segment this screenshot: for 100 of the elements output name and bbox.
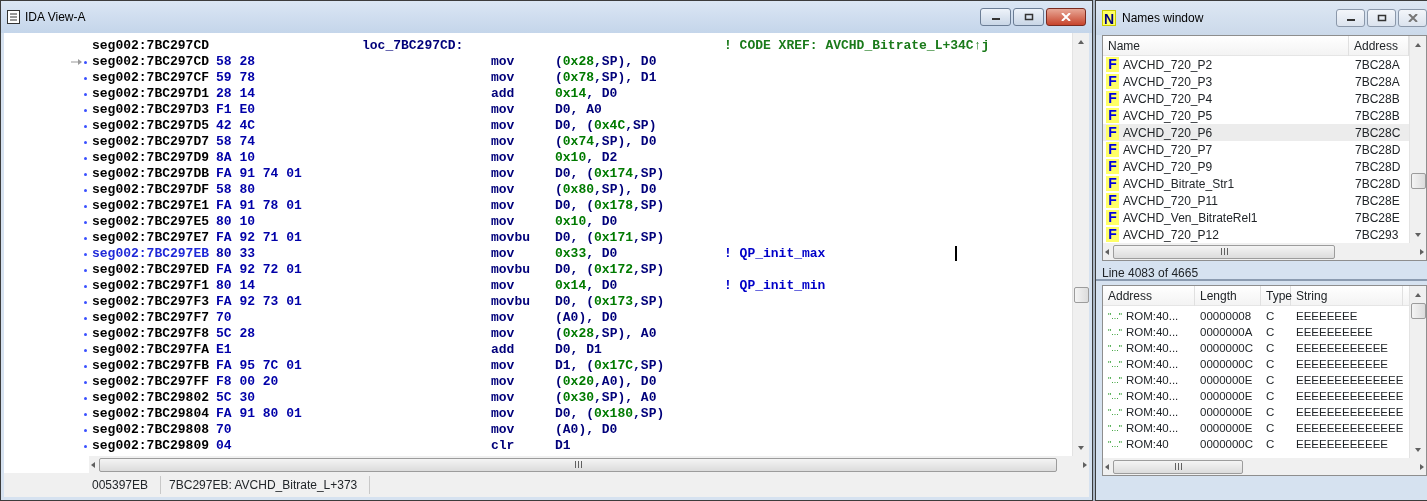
close-button[interactable]: [1398, 9, 1427, 27]
status-text: 7BC297EB: AVCHD_Bitrate_L+373: [169, 476, 371, 494]
opcode-bytes: F1 E0: [216, 102, 256, 118]
minimize-button[interactable]: [1336, 9, 1365, 27]
address-text: seg002:7BC297D3: [92, 102, 211, 118]
column-header[interactable]: Length: [1195, 286, 1261, 306]
opcode-bytes: 80 33: [216, 246, 256, 262]
address-text: seg002:7BC297F8: [92, 326, 211, 342]
instruction-operands: D1: [555, 438, 572, 454]
breakpoint-dot: [84, 316, 87, 320]
opcode-bytes: 70: [216, 310, 233, 326]
name-text: AVCHD_720_P9: [1123, 158, 1213, 176]
instruction-operands: (0x80,SP), D0: [555, 182, 658, 198]
status-text: 005397EB: [92, 476, 162, 494]
vertical-scrollbar[interactable]: [1409, 36, 1426, 243]
instruction-operands: 0x10, D0: [555, 214, 619, 230]
arrow-right-icon: [1418, 247, 1426, 256]
type-text: C: [1265, 389, 1276, 405]
vertical-scrollbar[interactable]: [1409, 286, 1426, 458]
scroll-thumb[interactable]: [1411, 173, 1426, 189]
instruction-mnemonic: mov: [491, 134, 516, 150]
opcode-bytes: FA 92 71 01: [216, 230, 303, 246]
function-icon: F: [1106, 210, 1119, 225]
instruction-mnemonic: mov: [491, 358, 516, 374]
function-icon: F: [1106, 227, 1119, 242]
instruction-mnemonic: mov: [491, 70, 516, 86]
breakpoint-dot: [84, 172, 87, 176]
address-text: 7BC28D: [1354, 175, 1401, 193]
string-text: EEEEEEEEEEEE: [1295, 341, 1390, 357]
instruction-operands: (0x74,SP), D0: [555, 134, 658, 150]
instruction-mnemonic: mov: [491, 198, 516, 214]
list-row[interactable]: F AVCHD_720_P3 7BC28A: [1103, 73, 1409, 90]
type-text: C: [1265, 421, 1276, 437]
list-row[interactable]: F AVCHD_720_P5 7BC28B: [1103, 107, 1409, 124]
list-row[interactable]: F AVCHD_720_P9 7BC28D: [1103, 158, 1409, 175]
code-label: loc_7BC297CD:: [362, 38, 465, 54]
maximize-icon: [1023, 13, 1034, 21]
address-text: seg002:7BC297F7: [92, 310, 211, 326]
address-text: ROM:40...: [1125, 341, 1179, 357]
opcode-bytes: 28 14: [216, 86, 256, 102]
vertical-scrollbar[interactable]: [1072, 33, 1089, 456]
opcode-bytes: 58 28: [216, 54, 256, 70]
scroll-thumb[interactable]: [1113, 459, 1243, 474]
column-header[interactable]: Name: [1103, 36, 1349, 56]
opcode-bytes: 04: [216, 438, 233, 454]
address-text: 7BC28A: [1354, 73, 1400, 91]
string-text: EEEEEEEEEEEEEE: [1295, 373, 1403, 389]
scroll-thumb[interactable]: [1411, 303, 1426, 319]
maximize-icon: [1376, 14, 1387, 22]
string-icon: "...": [1108, 390, 1122, 404]
list-row[interactable]: F AVCHD_720_P6 7BC28C: [1103, 124, 1409, 141]
column-header[interactable]: Address: [1103, 286, 1195, 306]
instruction-mnemonic: movbu: [491, 262, 531, 278]
address-text: seg002:7BC297D5: [92, 118, 211, 134]
string-icon: "...": [1108, 406, 1122, 420]
minimize-button[interactable]: [980, 8, 1011, 26]
list-row[interactable]: F AVCHD_720_P12 7BC293: [1103, 226, 1409, 242]
type-text: C: [1265, 373, 1276, 389]
opcode-bytes: 58 80: [216, 182, 256, 198]
breakpoint-dot: [84, 364, 87, 368]
function-icon: F: [1106, 108, 1119, 123]
scroll-thumb[interactable]: [1074, 287, 1089, 303]
opcode-bytes: FA 91 74 01: [216, 166, 303, 182]
close-icon: [1061, 13, 1071, 21]
address-text: seg002:7BC297CD: [92, 54, 211, 70]
opcode-bytes: FA 92 72 01: [216, 262, 303, 278]
address-text: seg002:7BC297FB: [92, 358, 211, 374]
opcode-bytes: 8A 10: [216, 150, 256, 166]
breakpoint-dot: [84, 396, 87, 400]
arrow-down-icon: [1414, 230, 1422, 239]
horizontal-scrollbar[interactable]: [1103, 243, 1426, 260]
scroll-thumb[interactable]: [1113, 244, 1335, 259]
scroll-thumb[interactable]: [99, 457, 1057, 472]
column-header[interactable]: Type: [1261, 286, 1291, 306]
list-row[interactable]: F AVCHD_720_P7 7BC28D: [1103, 141, 1409, 158]
horizontal-scrollbar[interactable]: [89, 456, 1089, 473]
maximize-button[interactable]: [1013, 8, 1044, 26]
horizontal-scrollbar[interactable]: [1103, 458, 1426, 475]
instruction-operands: (0x30,SP), A0: [555, 390, 658, 406]
breakpoint-dot: [84, 380, 87, 384]
function-icon: F: [1106, 193, 1119, 208]
maximize-button[interactable]: [1367, 9, 1396, 27]
instruction-mnemonic: mov: [491, 54, 516, 70]
list-row[interactable]: F AVCHD_Ven_BitrateRel1 7BC28E: [1103, 209, 1409, 226]
arrow-down-icon: [1077, 443, 1085, 452]
list-row[interactable]: F AVCHD_Bitrate_Str1 7BC28D: [1103, 175, 1409, 192]
instruction-operands: D0, A0: [555, 102, 603, 118]
list-row[interactable]: F AVCHD_720_P11 7BC28E: [1103, 192, 1409, 209]
list-row[interactable]: F AVCHD_720_P2 7BC28A: [1103, 56, 1409, 73]
arrow-right-icon: [1081, 460, 1089, 469]
function-icon: F: [1106, 142, 1119, 157]
close-button[interactable]: [1046, 8, 1086, 26]
list-row[interactable]: F AVCHD_720_P4 7BC28B: [1103, 90, 1409, 107]
instruction-operands: (A0), D0: [555, 422, 619, 438]
instruction-operands: D1, (0x17C,SP): [555, 358, 666, 374]
opcode-bytes: 80 10: [216, 214, 256, 230]
instruction-operands: D0, (0x178,SP): [555, 198, 666, 214]
type-text: C: [1265, 357, 1276, 373]
column-header[interactable]: String: [1291, 286, 1403, 306]
instruction-mnemonic: mov: [491, 390, 516, 406]
